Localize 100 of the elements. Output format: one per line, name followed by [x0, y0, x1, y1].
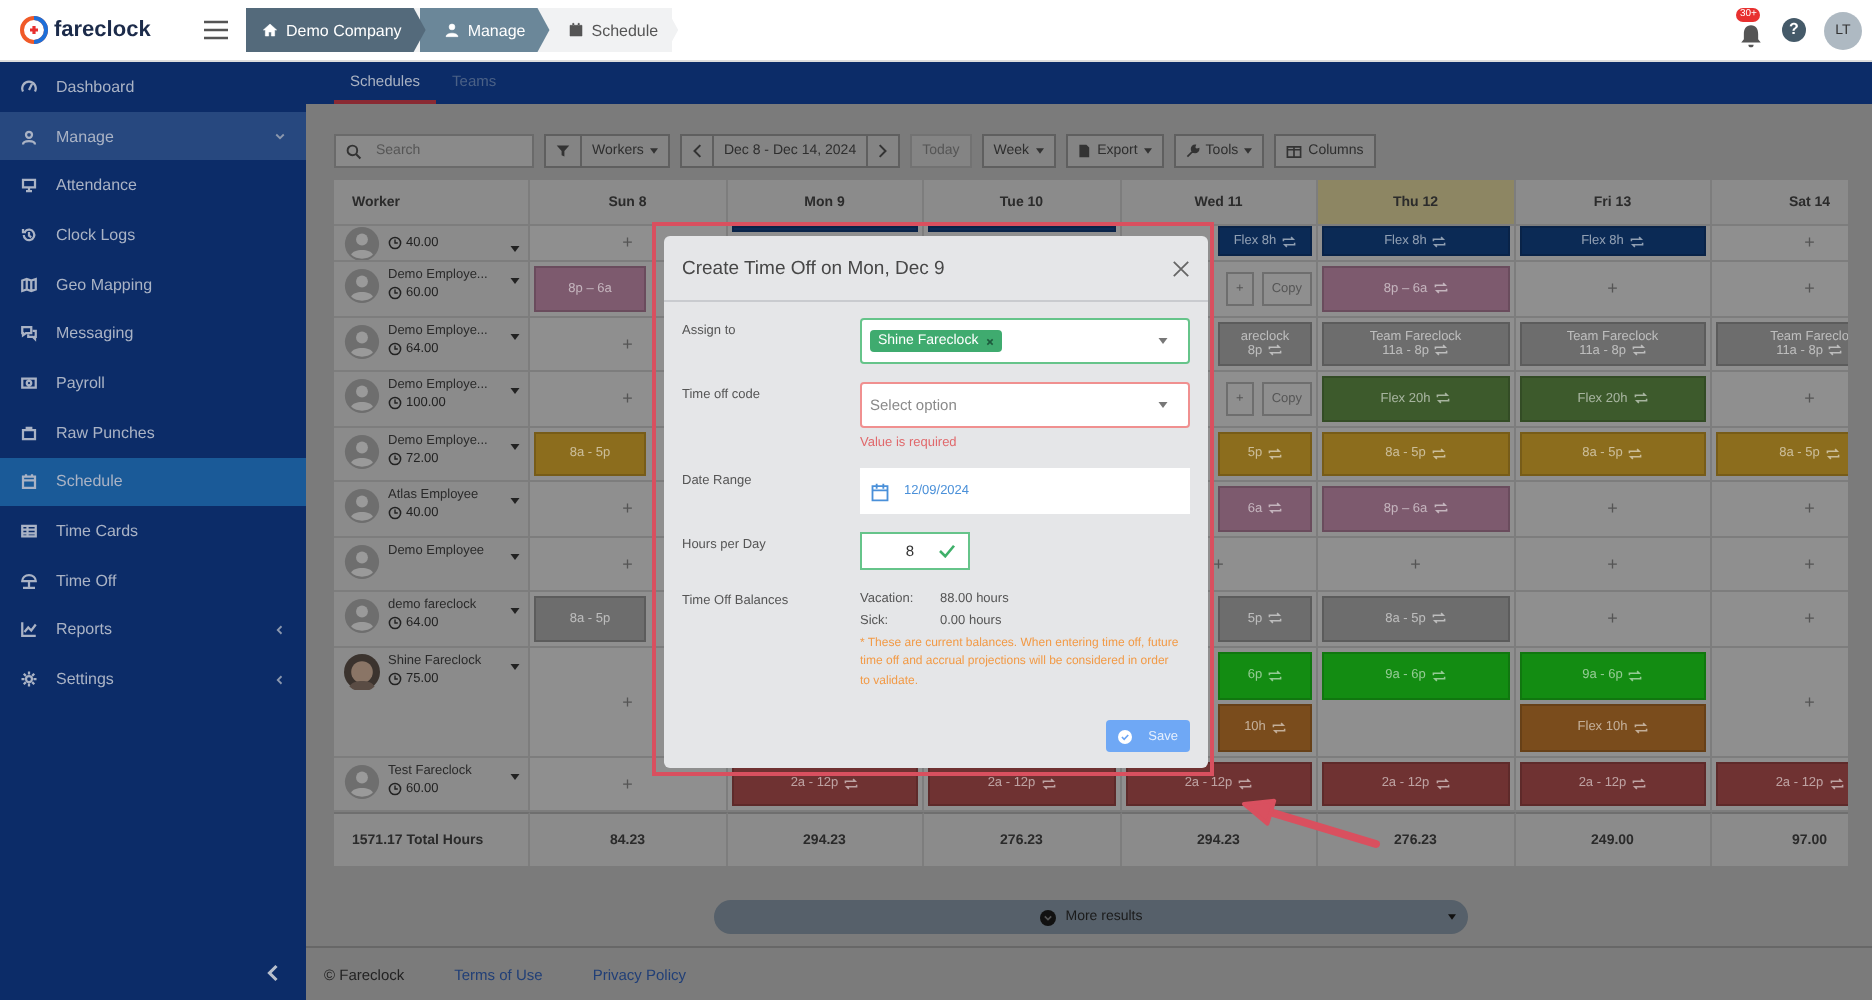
add-shift-button[interactable]: +	[1804, 553, 1815, 574]
repeat-icon	[1433, 282, 1448, 295]
notifications-button[interactable]	[1738, 21, 1764, 47]
caret-icon[interactable]	[510, 245, 520, 251]
menu-icon	[204, 20, 228, 40]
menu-button[interactable]	[204, 20, 228, 40]
clock-icon	[388, 451, 402, 465]
repeat-icon	[1829, 777, 1844, 790]
filter-icon	[556, 144, 570, 158]
clock-icon	[388, 671, 402, 685]
repeat-icon	[1629, 235, 1644, 247]
add-shift-button[interactable]: +	[622, 333, 633, 354]
caret-icon	[649, 148, 658, 154]
add-shift-button[interactable]: +	[622, 691, 633, 711]
caret-icon[interactable]	[510, 278, 520, 284]
sidebar-item[interactable]: Time Off	[0, 555, 306, 606]
person-icon	[20, 127, 38, 146]
sidebar-item[interactable]: Schedule	[0, 457, 306, 507]
repeat-icon	[1271, 721, 1286, 733]
caret-icon[interactable]	[510, 498, 520, 504]
sidebar-item[interactable]: Manage	[0, 111, 306, 161]
arrow	[1242, 798, 1380, 848]
banknote-icon	[20, 373, 38, 392]
clock-icon	[388, 236, 402, 250]
help-button[interactable]: ?	[1782, 18, 1806, 42]
caret-icon[interactable]	[510, 388, 520, 394]
chevron-icon	[274, 130, 286, 143]
calendar-icon	[567, 22, 584, 38]
add-shift-button[interactable]: +	[622, 231, 633, 251]
filter-button[interactable]	[544, 134, 582, 168]
caret-icon	[1143, 148, 1152, 154]
sidebar-item[interactable]: Payroll	[0, 358, 306, 408]
repeat-icon	[1268, 502, 1283, 515]
caret-icon[interactable]	[510, 443, 520, 449]
caret-icon	[1158, 338, 1168, 344]
add-shift-button[interactable]: +	[622, 553, 633, 574]
add-shift-button[interactable]: +	[1804, 691, 1815, 711]
chevron-down-icon	[1039, 909, 1056, 925]
close-button[interactable]	[1172, 259, 1190, 277]
add-shift-button[interactable]: +	[622, 773, 633, 794]
collapse-button[interactable]	[266, 964, 280, 982]
caret-icon[interactable]	[510, 553, 520, 559]
calendar-icon	[20, 472, 38, 491]
repeat-icon	[1432, 235, 1447, 247]
chevron-icon	[274, 673, 286, 686]
caret-icon	[1158, 402, 1168, 408]
caret-icon	[1448, 914, 1456, 920]
sidebar-item[interactable]: Settings	[0, 654, 306, 704]
file-icon	[1077, 144, 1092, 158]
add-shift-button[interactable]: +	[1607, 553, 1618, 574]
caret-icon[interactable]	[510, 333, 520, 339]
caret-icon[interactable]	[510, 663, 520, 669]
add-shift-button[interactable]: +	[1804, 388, 1815, 409]
sidebar-item[interactable]: Dashboard	[0, 62, 306, 112]
chat-icon	[20, 324, 38, 343]
brand-name[interactable]: fareclock	[54, 18, 151, 42]
add-shift-button[interactable]: +	[1804, 498, 1815, 519]
repeat-icon	[1628, 669, 1643, 681]
add-shift-button[interactable]: +	[622, 498, 633, 519]
repeat-icon	[1434, 344, 1449, 357]
sidebar-item[interactable]: Geo Mapping	[0, 259, 306, 309]
repeat-icon	[1238, 777, 1253, 790]
sidebar-item[interactable]: Time Cards	[0, 506, 306, 556]
repeat-icon	[1041, 777, 1056, 790]
repeat-icon	[1268, 447, 1283, 460]
dialog-title: Create Time Off on Mon, Dec 9	[682, 257, 945, 279]
remove-icon[interactable]	[986, 337, 995, 345]
add-shift-button[interactable]: +	[1607, 278, 1618, 299]
repeat-icon	[1628, 447, 1643, 460]
check-circle-icon	[1118, 729, 1133, 743]
repeat-icon	[1632, 777, 1647, 790]
chevron-icon	[878, 144, 889, 158]
add-shift-button[interactable]: +	[1804, 278, 1815, 299]
caret-icon[interactable]	[510, 608, 520, 614]
add-shift-button[interactable]: +	[1804, 608, 1815, 629]
add-shift-button[interactable]: +	[1607, 608, 1618, 629]
repeat-icon	[1435, 777, 1450, 790]
caret-icon	[1244, 148, 1253, 154]
sidebar-item[interactable]: Raw Punches	[0, 407, 306, 457]
sidebar-item[interactable]: Reports	[0, 605, 306, 655]
umbrella-icon	[20, 571, 38, 590]
caret-icon[interactable]	[510, 773, 520, 779]
sidebar-item[interactable]: Clock Logs	[0, 210, 306, 260]
sidebar-item[interactable]: Attendance	[0, 160, 306, 211]
add-shift-button[interactable]: +	[1804, 231, 1815, 251]
table-icon	[20, 522, 38, 541]
add-shift-button[interactable]: +	[1410, 553, 1421, 574]
add-shift-button[interactable]: +	[1213, 553, 1224, 574]
clock-icon	[388, 506, 402, 520]
repeat-icon	[1431, 669, 1446, 681]
repeat-icon	[1431, 447, 1446, 460]
sidebar-item[interactable]: Messaging	[0, 308, 306, 359]
repeat-icon	[1631, 344, 1646, 357]
gear-icon	[20, 670, 38, 689]
repeat-icon	[1436, 392, 1451, 405]
breadcrumb-item[interactable]: Demo Company	[246, 8, 426, 52]
breadcrumb-item[interactable]: Manage	[419, 8, 550, 52]
add-shift-button[interactable]: +	[1607, 498, 1618, 519]
add-shift-button[interactable]: +	[622, 388, 633, 409]
search-icon	[346, 143, 362, 159]
